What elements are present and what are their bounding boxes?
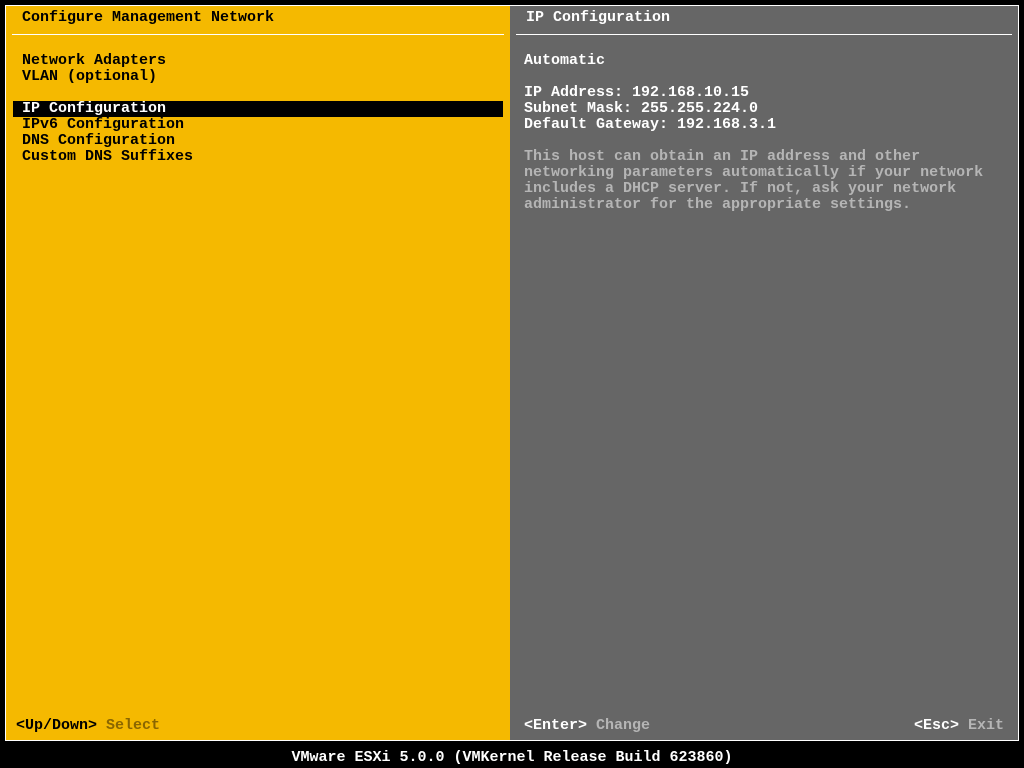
detail-row: IP Address: 192.168.10.15 — [524, 85, 1004, 101]
detail-row: Default Gateway: 192.168.3.1 — [524, 117, 1004, 133]
ip-mode: Automatic — [524, 53, 1004, 69]
menu-item[interactable]: VLAN (optional) — [6, 69, 510, 85]
help-text: This host can obtain an IP address and o… — [524, 149, 1004, 213]
enter-key-label: Change — [596, 717, 650, 734]
window-frame: Configure Management Network Network Ada… — [5, 5, 1019, 741]
esc-key-label: Exit — [968, 717, 1004, 734]
menu-item[interactable]: IP Configuration — [13, 101, 503, 117]
menu-item[interactable]: IPv6 Configuration — [6, 117, 510, 133]
detail-footer: <Enter> Change <Esc> Exit — [510, 718, 1018, 734]
updown-keys-label: Select — [106, 717, 160, 734]
detail-row: Subnet Mask: 255.255.224.0 — [524, 101, 1004, 117]
esc-key-hint: <Esc> — [914, 717, 959, 734]
menu-item[interactable]: DNS Configuration — [6, 133, 510, 149]
ip-details: IP Address: 192.168.10.15Subnet Mask: 25… — [524, 85, 1004, 133]
menu-item[interactable]: Custom DNS Suffixes — [6, 149, 510, 165]
detail-pane: IP Configuration Automatic IP Address: 1… — [510, 6, 1018, 740]
status-bar: VMware ESXi 5.0.0 (VMKernel Release Buil… — [0, 746, 1024, 768]
menu-footer: <Up/Down> Select — [6, 718, 510, 734]
menu-list[interactable]: Network AdaptersVLAN (optional) IP Config… — [6, 35, 510, 165]
menu-pane: Configure Management Network Network Ada… — [6, 6, 510, 740]
menu-pane-title: Configure Management Network — [12, 6, 504, 35]
enter-key-hint: <Enter> — [524, 717, 587, 734]
menu-item[interactable]: Network Adapters — [6, 53, 510, 69]
detail-pane-title: IP Configuration — [516, 6, 1012, 35]
updown-keys-hint: <Up/Down> — [16, 717, 97, 734]
